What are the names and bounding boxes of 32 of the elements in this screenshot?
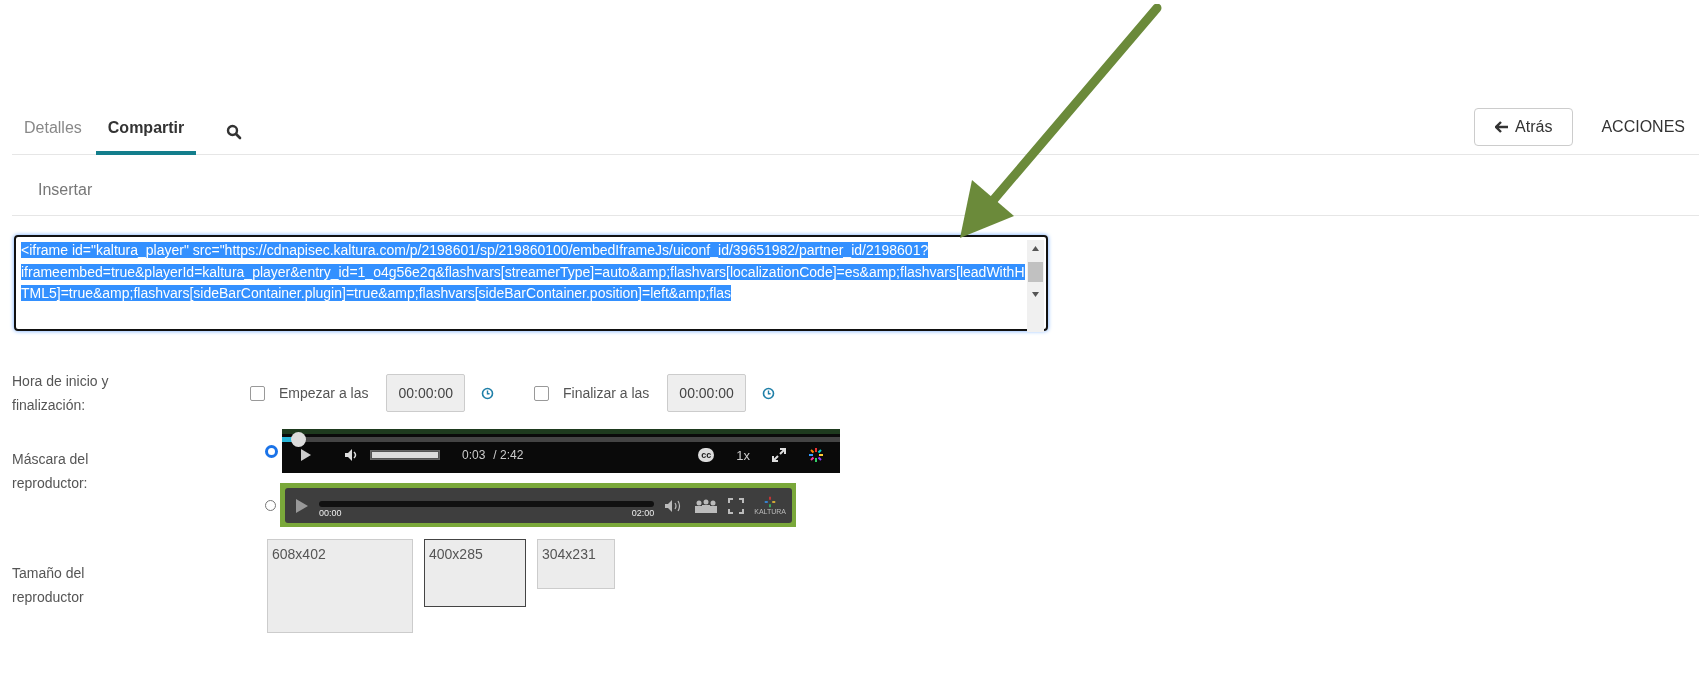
people-icon	[694, 498, 719, 513]
time-readout: 00:00	[319, 508, 342, 518]
radio-button[interactable]	[265, 499, 276, 511]
clock-icon[interactable]	[761, 386, 775, 400]
pinwheel-logo-icon	[764, 496, 777, 508]
scrollbar-icon[interactable]	[1027, 240, 1044, 332]
captions-badge: cc	[698, 448, 715, 462]
field-label: Tamaño del reproductor	[11, 564, 86, 607]
field-label: Hora de inicio y finalización:	[11, 372, 110, 415]
pinwheel-logo-icon	[808, 447, 824, 463]
duration-readout: 02:00	[631, 508, 655, 518]
time-readout: 0:03	[462, 448, 486, 462]
search-icon[interactable]	[226, 124, 243, 140]
clock-icon[interactable]	[481, 386, 494, 400]
speed-readout: 1x	[736, 447, 750, 463]
fullscreen-icon	[728, 497, 745, 514]
checkbox-label: Finalizar a las	[563, 385, 650, 401]
radio-button[interactable]	[265, 444, 278, 458]
expand-icon	[772, 448, 786, 462]
checkbox-label: Empezar a las	[279, 385, 369, 401]
actions-menu[interactable]: ACCIONES	[1601, 118, 1685, 136]
size-option[interactable]: 400x285	[424, 539, 526, 607]
size-option[interactable]: 304x231	[537, 539, 615, 589]
arrow-left-icon	[1495, 121, 1510, 133]
tab[interactable]: Detalles	[12, 108, 94, 155]
back-button[interactable]: Atrás	[1474, 108, 1574, 146]
field-label: Máscara del reproductor:	[11, 450, 90, 493]
tab[interactable]: Compartir	[95, 108, 197, 155]
size-option[interactable]: 608x402	[267, 539, 413, 633]
duration-readout: / 2:42	[493, 448, 524, 462]
play-icon	[300, 448, 312, 462]
play-icon	[295, 497, 309, 514]
